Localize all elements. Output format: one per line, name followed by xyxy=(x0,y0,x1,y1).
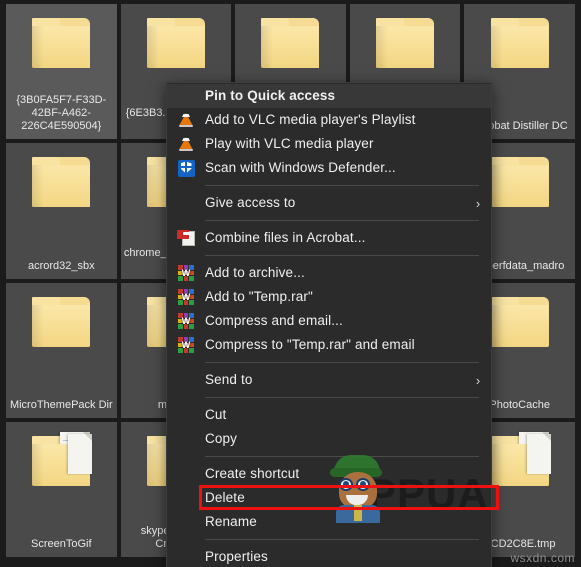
menu-item[interactable]: Create shortcut xyxy=(167,462,491,486)
menu-item-icon-slot xyxy=(167,427,205,451)
menu-separator xyxy=(205,220,479,221)
file-tile[interactable]: ScreenToGif xyxy=(6,421,117,557)
menu-item[interactable]: Delete xyxy=(167,486,491,510)
menu-item-icon-slot xyxy=(167,84,205,108)
menu-item-icon-slot xyxy=(167,545,205,567)
winrar-email-icon: W xyxy=(167,309,205,333)
folder-with-document-icon xyxy=(24,430,98,492)
chevron-right-icon: › xyxy=(475,195,481,211)
menu-item[interactable]: Properties xyxy=(167,545,491,567)
windows-defender-shield-icon xyxy=(167,156,205,180)
menu-item[interactable]: W Add to "Temp.rar" xyxy=(167,285,491,309)
menu-item[interactable]: Copy xyxy=(167,427,491,451)
menu-separator xyxy=(205,362,479,363)
folder-icon xyxy=(24,291,98,353)
menu-item-icon-slot xyxy=(167,486,205,510)
winrar-icon: W xyxy=(167,285,205,309)
menu-item-label: Rename xyxy=(205,514,257,530)
menu-item-label: Cut xyxy=(205,407,227,423)
menu-item-label: Compress to "Temp.rar" and email xyxy=(205,337,415,353)
menu-item-label: Properties xyxy=(205,549,268,565)
menu-separator xyxy=(205,397,479,398)
winrar-email-icon: W xyxy=(167,333,205,357)
menu-item[interactable]: W Compress to "Temp.rar" and email xyxy=(167,333,491,357)
menu-item[interactable]: W Add to archive... xyxy=(167,261,491,285)
menu-item-label: Add to archive... xyxy=(205,265,305,281)
context-menu[interactable]: Pin to Quick access Add to VLC media play… xyxy=(166,82,492,567)
menu-item-label: Add to VLC media player's Playlist xyxy=(205,112,416,128)
chevron-right-icon: › xyxy=(475,372,481,388)
menu-item[interactable]: Play with VLC media player xyxy=(167,132,491,156)
menu-item-label: Copy xyxy=(205,431,238,447)
folder-icon xyxy=(139,12,213,74)
winrar-email-icon: W xyxy=(178,313,194,329)
menu-item[interactable]: Rename xyxy=(167,510,491,534)
folder-icon xyxy=(24,151,98,213)
folder-icon xyxy=(24,12,98,74)
file-tile-label: ScreenToGif xyxy=(31,538,92,550)
vlc-cone-icon xyxy=(167,132,205,156)
winrar-email-icon: W xyxy=(178,337,194,353)
menu-item[interactable]: Combine files in Acrobat... xyxy=(167,226,491,250)
menu-item[interactable]: Send to › xyxy=(167,368,491,392)
file-tile[interactable]: acrord32_sbx xyxy=(6,143,117,279)
vlc-cone-icon xyxy=(178,136,194,152)
menu-item-icon-slot xyxy=(167,510,205,534)
winrar-icon: W xyxy=(178,289,194,305)
file-tile[interactable]: {3B0FA5F7-F33D-42BF-A462-226C4E590504} xyxy=(6,4,117,140)
menu-item-label: Scan with Windows Defender... xyxy=(205,160,396,176)
menu-item-label: Combine files in Acrobat... xyxy=(205,230,366,246)
menu-separator xyxy=(205,539,479,540)
menu-item-label: Compress and email... xyxy=(205,313,343,329)
file-tile[interactable]: MicroThemePack Dir xyxy=(6,282,117,418)
document-sheet xyxy=(526,433,551,474)
menu-item[interactable]: Scan with Windows Defender... xyxy=(167,156,491,180)
file-tile-label: acrord32_sbx xyxy=(27,259,95,272)
menu-separator xyxy=(205,456,479,457)
menu-item[interactable]: Add to VLC media player's Playlist xyxy=(167,108,491,132)
folder-icon xyxy=(253,12,327,74)
menu-item-label: Add to "Temp.rar" xyxy=(205,289,313,305)
menu-item[interactable]: Give access to › xyxy=(167,191,491,215)
file-tile-label: MicroThemePack Dir xyxy=(9,398,113,411)
menu-item-icon-slot xyxy=(167,462,205,486)
watermark-site-label: wsxdn.com xyxy=(510,551,575,565)
file-tile-label: {3B0FA5F7-F33D-42BF-A462-226C4E590504} xyxy=(16,94,107,133)
menu-item[interactable]: W Compress and email... xyxy=(167,309,491,333)
screenshot-root: {3B0FA5F7-F33D-42BF-A462-226C4E590504}{6… xyxy=(0,0,581,567)
menu-separator xyxy=(205,255,479,256)
winrar-icon: W xyxy=(178,265,194,281)
menu-item-icon-slot xyxy=(167,368,205,392)
menu-item-label: Send to xyxy=(205,372,253,388)
vlc-cone-icon xyxy=(178,112,194,128)
menu-item-label: Create shortcut xyxy=(205,466,300,482)
menu-item-label: Play with VLC media player xyxy=(205,136,374,152)
folder-with-globe-document-icon xyxy=(483,430,557,492)
folder-icon xyxy=(483,291,557,353)
menu-item[interactable]: Cut xyxy=(167,403,491,427)
menu-item-icon-slot xyxy=(167,403,205,427)
menu-item-icon-slot xyxy=(167,191,205,215)
menu-item-label: Delete xyxy=(205,490,245,506)
folder-icon xyxy=(483,12,557,74)
windows-defender-shield-icon xyxy=(177,159,195,177)
acrobat-combine-icon xyxy=(177,230,195,246)
acrobat-combine-icon xyxy=(167,226,205,250)
menu-item[interactable]: Pin to Quick access xyxy=(167,84,491,108)
vlc-cone-icon xyxy=(167,108,205,132)
folder-icon xyxy=(483,151,557,213)
menu-item-label: Give access to xyxy=(205,195,296,211)
menu-separator xyxy=(205,185,479,186)
winrar-icon: W xyxy=(167,261,205,285)
folder-icon xyxy=(368,12,442,74)
menu-item-label: Pin to Quick access xyxy=(205,88,336,104)
document-sheet xyxy=(68,433,93,474)
